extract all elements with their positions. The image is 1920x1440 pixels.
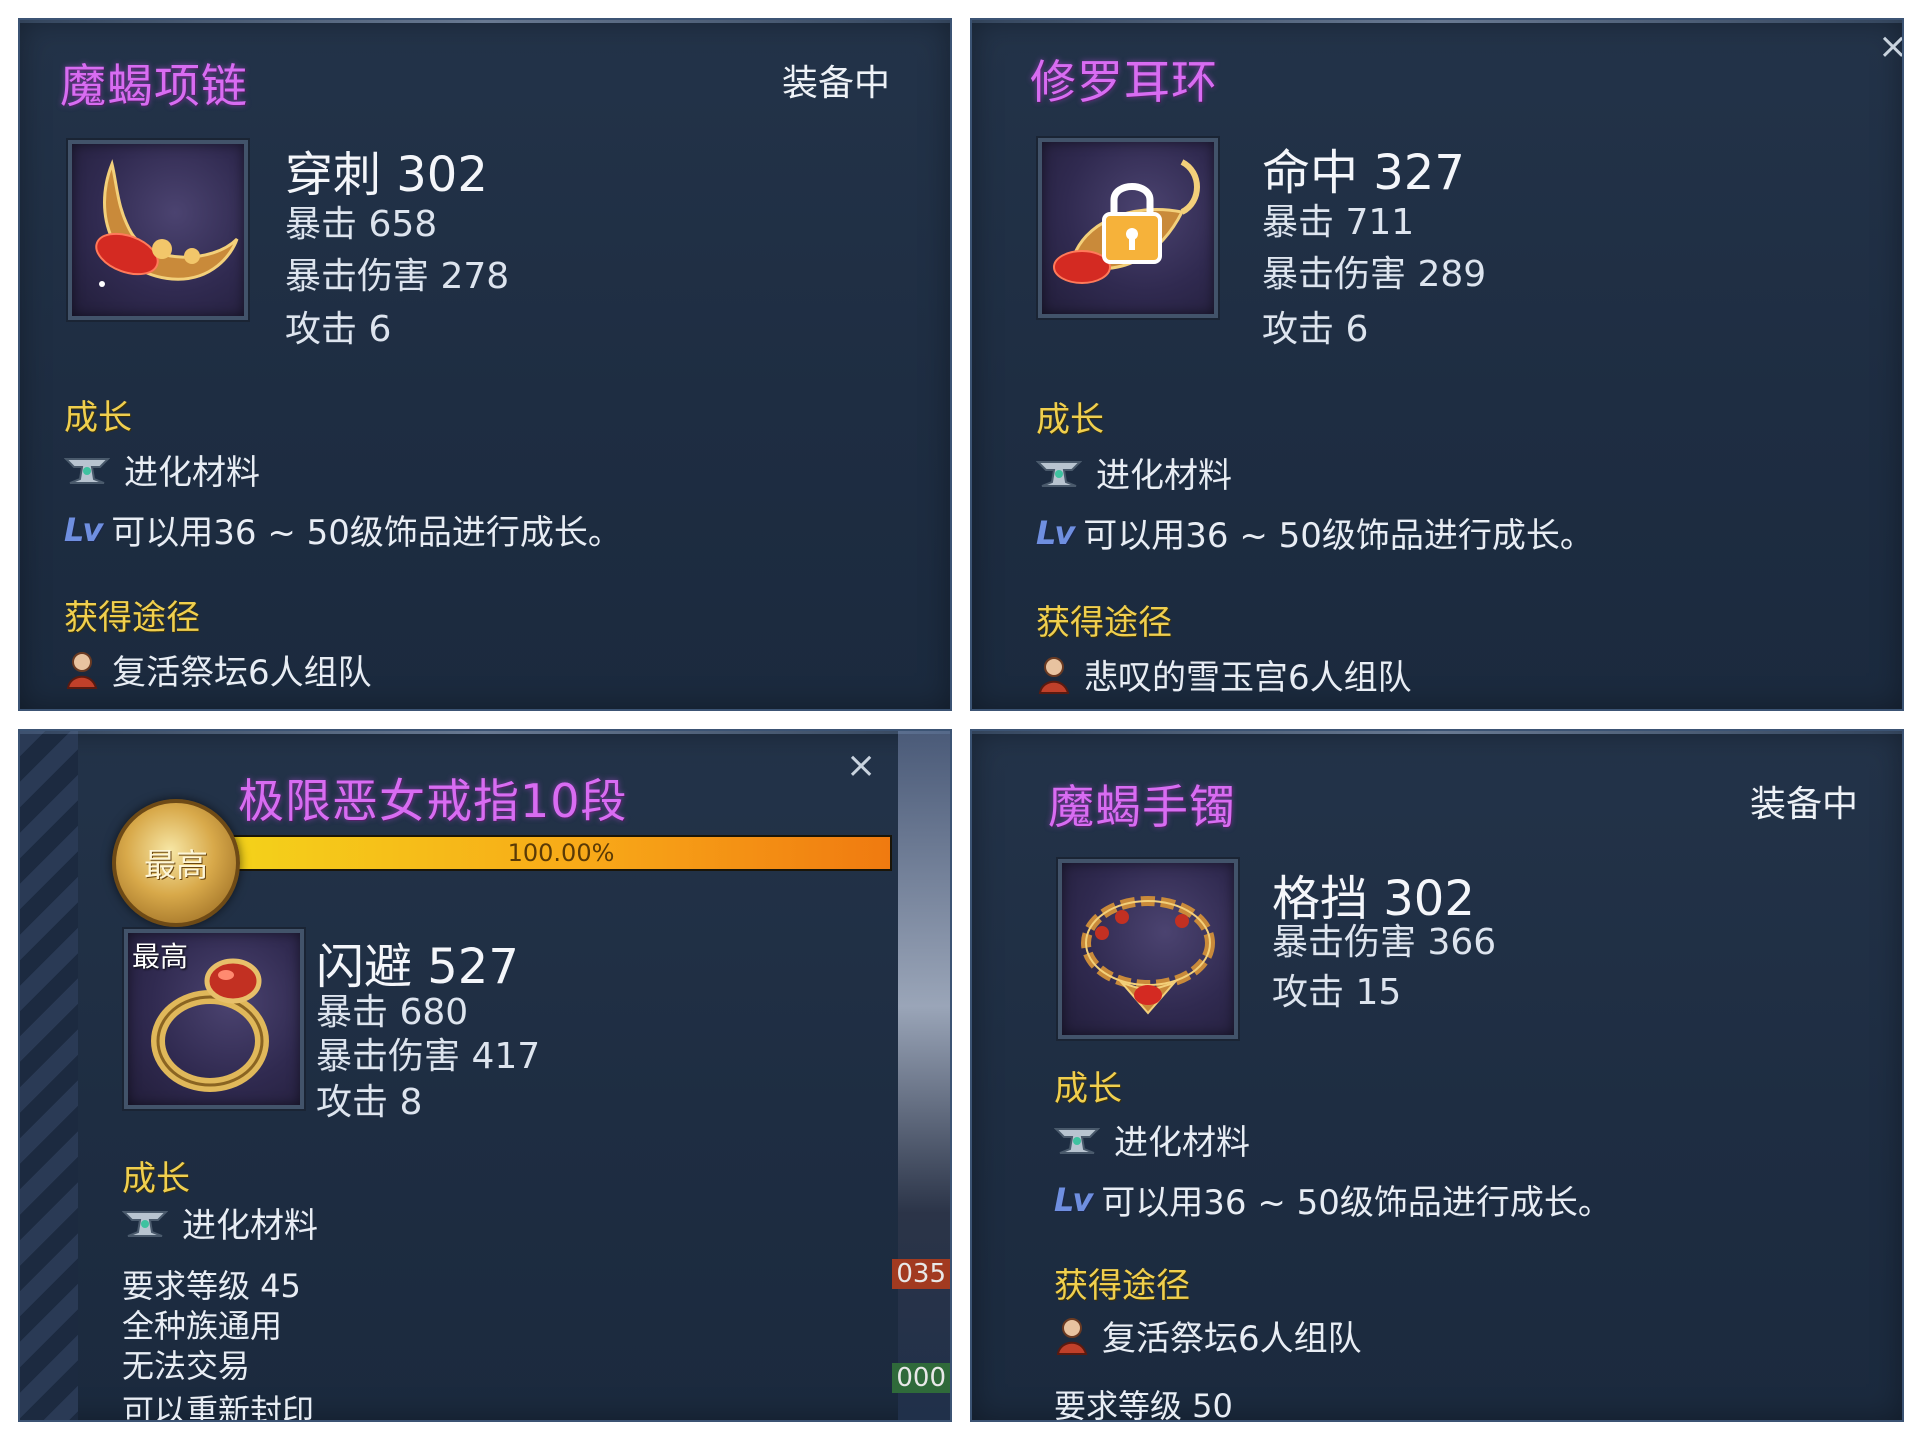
tooltip-panel-earring: 修罗耳环 × 命中 327 暴击 711 暴击伤害 289 攻击 6 成长 进化…: [970, 18, 1904, 711]
dungeon-icon: [66, 651, 98, 689]
equipped-status: 装备中: [782, 63, 891, 104]
earring-locked-icon: [1038, 138, 1218, 318]
stat-line: 暴击伤害 417: [316, 1036, 541, 1077]
stat-line: 暴击 680: [316, 992, 469, 1033]
growth-note-row: Lv 可以用36 ~ 50级饰品进行成长。: [64, 505, 622, 554]
level-icon: Lv: [1054, 1180, 1093, 1219]
growth-material-row: 进化材料: [1036, 448, 1232, 497]
growth-progress-bar: 100.00%: [230, 835, 892, 871]
background-scenery-left: [20, 731, 78, 1420]
background-number: 000: [892, 1363, 950, 1393]
level-icon: Lv: [1036, 513, 1075, 552]
dungeon-icon: [1038, 656, 1070, 694]
tooltip-panel-ring: 035 000 极限恶女戒指10段 × 100.00% 最高 最高 闪避 527…: [18, 729, 952, 1422]
growth-material-label: 进化材料: [124, 453, 260, 493]
requirement-line: 要求等级 50: [1054, 1387, 1233, 1422]
anvil-icon: [1054, 1127, 1100, 1154]
growth-note: 可以用36 ~ 50级饰品进行成长。: [1101, 1183, 1612, 1223]
source-row: 复活祭坛6人组队: [64, 645, 372, 694]
growth-material-row: 进化材料: [1054, 1115, 1250, 1164]
stat-line: 暴击伤害 278: [285, 256, 510, 297]
max-level-badge: 最高: [143, 846, 208, 884]
source-header: 获得途径: [64, 598, 200, 638]
requirement-line: 无法交易: [122, 1347, 251, 1385]
main-stat: 闪避 527: [316, 939, 519, 995]
close-icon[interactable]: ×: [1878, 26, 1902, 67]
max-level-tag: 最高: [132, 940, 189, 973]
growth-material-row: 进化材料: [122, 1198, 318, 1247]
main-stat: 格挡 302: [1272, 871, 1475, 927]
item-name: 修罗耳环: [1030, 55, 1218, 109]
main-stat: 穿刺 302: [285, 147, 488, 203]
necklace-icon: [68, 140, 248, 320]
bracelet-icon: [1058, 859, 1238, 1039]
tooltip-panel-bracelet: 魔蝎手镯 装备中 格挡 302 暴击伤害 366 攻击 15 成长 进化材料 L…: [970, 729, 1904, 1422]
close-icon[interactable]: ×: [846, 745, 876, 786]
growth-header: 成长: [1054, 1069, 1122, 1109]
item-name: 魔蝎手镯: [1048, 780, 1236, 834]
growth-header: 成长: [1036, 400, 1104, 440]
background-scenery-right: [898, 731, 950, 1420]
progress-label: 100.00%: [507, 839, 615, 867]
growth-note: 可以用36 ~ 50级饰品进行成长。: [1083, 516, 1594, 556]
requirement-line: 可以重新封印: [122, 1392, 315, 1422]
source-row: 悲叹的雪玉宫6人组队: [1036, 650, 1412, 699]
growth-header: 成长: [122, 1159, 190, 1199]
max-level-medallion-icon: 最高: [112, 799, 240, 927]
equipped-status: 装备中: [1750, 784, 1859, 825]
stat-line: 暴击 711: [1262, 202, 1415, 243]
source-header: 获得途径: [1036, 603, 1172, 643]
growth-note: 可以用36 ~ 50级饰品进行成长。: [111, 513, 622, 553]
level-icon: Lv: [64, 510, 103, 549]
stat-line: 攻击 8: [316, 1082, 423, 1123]
item-name: 极限恶女戒指10段: [238, 774, 628, 828]
stat-line: 攻击 15: [1272, 972, 1402, 1013]
growth-material-label: 进化材料: [1114, 1123, 1250, 1163]
anvil-icon: [64, 457, 110, 484]
source-row: 复活祭坛6人组队: [1054, 1311, 1362, 1360]
stat-line: 暴击 658: [285, 204, 438, 245]
growth-header: 成长: [64, 398, 132, 438]
dungeon-icon: [1056, 1317, 1088, 1355]
source-header: 获得途径: [1054, 1266, 1190, 1306]
stat-line: 攻击 6: [1262, 309, 1369, 350]
background-number: 035: [892, 1259, 950, 1289]
stat-line: 暴击伤害 289: [1262, 254, 1487, 295]
anvil-icon: [1036, 460, 1082, 487]
stat-line: 暴击伤害 366: [1272, 922, 1497, 963]
growth-material-label: 进化材料: [182, 1206, 318, 1246]
source-label: 复活祭坛6人组队: [112, 653, 372, 693]
growth-note-row: Lv 可以用36 ~ 50级饰品进行成长。: [1054, 1175, 1612, 1224]
growth-material-label: 进化材料: [1096, 456, 1232, 496]
item-name: 魔蝎项链: [60, 59, 248, 113]
source-label: 复活祭坛6人组队: [1102, 1319, 1362, 1359]
tooltip-panel-necklace: 魔蝎项链 装备中 穿刺 302 暴击 658 暴击伤害 278 攻击 6 成长 …: [18, 18, 952, 711]
ring-icon: 最高: [124, 929, 304, 1109]
source-label: 悲叹的雪玉宫6人组队: [1084, 658, 1412, 698]
anvil-icon: [122, 1210, 168, 1237]
stat-line: 攻击 6: [285, 309, 392, 350]
main-stat: 命中 327: [1262, 145, 1465, 201]
growth-note-row: Lv 可以用36 ~ 50级饰品进行成长。: [1036, 508, 1594, 557]
growth-material-row: 进化材料: [64, 445, 260, 494]
